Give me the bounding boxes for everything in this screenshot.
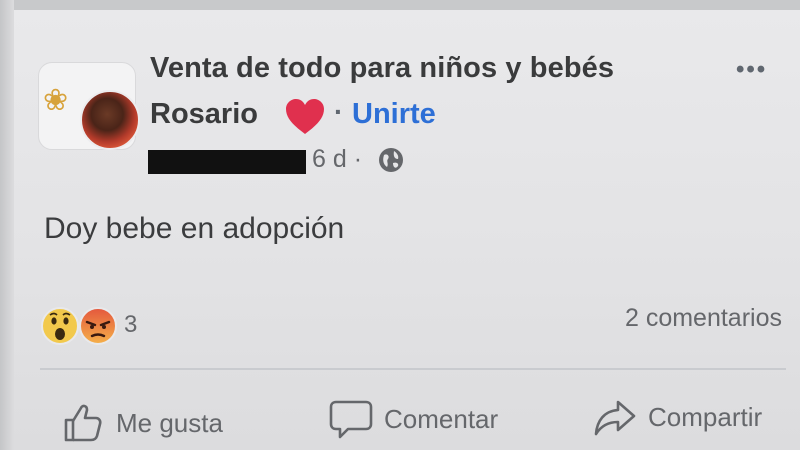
wow-emoji-icon[interactable] bbox=[40, 306, 80, 346]
actions-divider bbox=[40, 368, 786, 370]
reaction-count[interactable]: 3 bbox=[124, 311, 137, 339]
user-avatar[interactable] bbox=[80, 90, 140, 150]
share-arrow-icon bbox=[594, 400, 636, 436]
more-options-icon[interactable]: ••• bbox=[736, 56, 767, 84]
angry-emoji-icon[interactable] bbox=[78, 306, 118, 346]
comment-button[interactable]: Comentar bbox=[328, 396, 498, 442]
comments-count-link[interactable]: 2 comentarios bbox=[625, 304, 782, 333]
group-city-label[interactable]: Rosario bbox=[150, 98, 258, 131]
post-time[interactable]: 6 d · bbox=[312, 145, 362, 174]
like-button[interactable]: Me gusta bbox=[60, 400, 223, 446]
post-text: Doy bebe en adopción bbox=[44, 212, 345, 245]
comment-label: Comentar bbox=[384, 403, 499, 434]
thumbs-up-icon bbox=[64, 404, 102, 442]
group-name-link[interactable]: Venta de todo para niños y bebés bbox=[150, 52, 614, 85]
share-button[interactable]: Compartir bbox=[592, 394, 762, 440]
red-heart-icon bbox=[286, 99, 324, 134]
share-label: Compartir bbox=[648, 401, 763, 432]
join-group-link[interactable]: Unirte bbox=[352, 98, 436, 131]
globe-icon bbox=[379, 148, 403, 172]
comment-bubble-icon bbox=[329, 400, 373, 439]
screen-bezel bbox=[0, 0, 14, 450]
like-label: Me gusta bbox=[116, 407, 223, 438]
ornament-icon: ❀ bbox=[43, 84, 69, 117]
separator-dot: · bbox=[334, 96, 344, 127]
redacted-author-name bbox=[148, 150, 306, 174]
